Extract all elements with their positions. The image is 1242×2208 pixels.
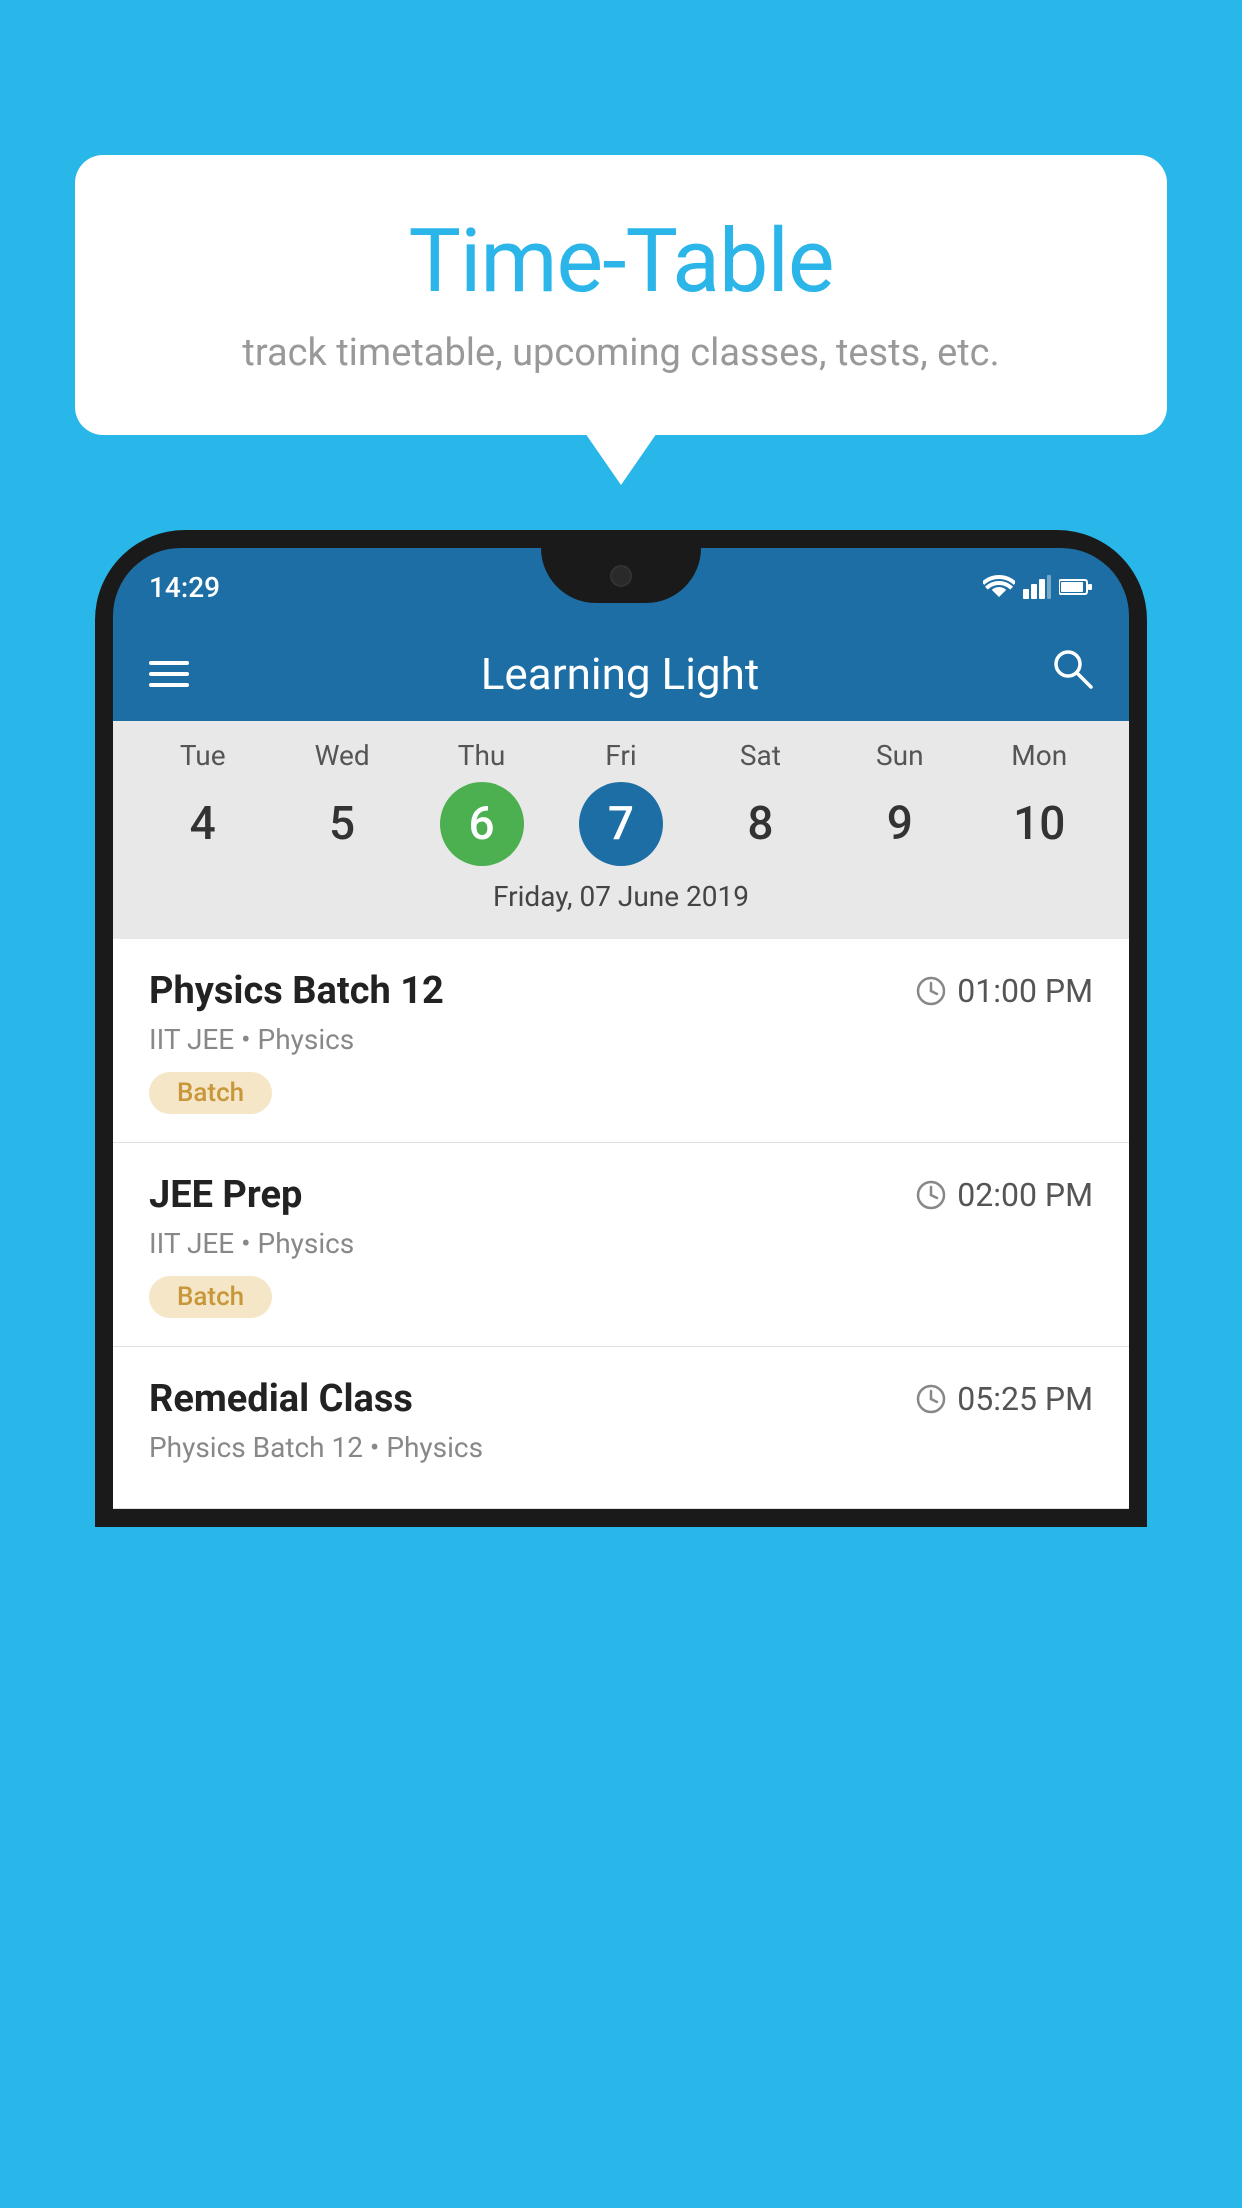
calendar-day[interactable]: Sat 8 <box>700 739 820 866</box>
camera <box>610 565 632 587</box>
signal-icon <box>1023 575 1051 599</box>
day-number: 9 <box>858 782 942 866</box>
schedule-item[interactable]: Remedial Class 05:25 PM Physics Batch 12 •… <box>113 1347 1129 1509</box>
day-number: 5 <box>300 782 384 866</box>
speech-bubble: Time-Table track timetable, upcoming cla… <box>75 155 1167 435</box>
calendar-day[interactable]: Tue 4 <box>143 739 263 866</box>
status-bar: 14:29 <box>113 548 1129 626</box>
schedule-item-time: 01:00 PM <box>915 972 1093 1010</box>
notch <box>541 548 701 603</box>
day-name: Tue <box>180 739 226 772</box>
bubble-title: Time-Table <box>135 210 1107 313</box>
menu-button[interactable] <box>149 661 189 687</box>
time-text: 05:25 PM <box>957 1380 1093 1418</box>
schedule-item-title: Remedial Class <box>149 1377 413 1421</box>
app-header: Learning Light <box>113 626 1129 721</box>
batch-badge: Batch <box>149 1072 272 1114</box>
status-time: 14:29 <box>149 571 220 604</box>
day-number: 4 <box>161 782 245 866</box>
schedule-item[interactable]: Physics Batch 12 01:00 PM IIT JEE • Physic… <box>113 939 1129 1143</box>
search-button[interactable] <box>1051 647 1093 700</box>
day-number: 7 <box>579 782 663 866</box>
calendar-strip: Tue 4 Wed 5 Thu 6 Fri 7 Sat 8 Sun 9 Mon 10 Friday, 07… <box>113 721 1129 939</box>
day-name: Mon <box>1011 739 1067 772</box>
schedule-item-subtitle: IIT JEE • Physics <box>149 1023 1093 1056</box>
day-number: 6 <box>440 782 524 866</box>
day-name: Wed <box>315 739 370 772</box>
phone-outer: 14:29 <box>95 530 1147 1527</box>
day-name: Fri <box>605 739 636 772</box>
batch-badge: Batch <box>149 1276 272 1318</box>
schedule-list: Physics Batch 12 01:00 PM IIT JEE • Physic… <box>113 939 1129 1509</box>
schedule-item-title: Physics Batch 12 <box>149 969 444 1013</box>
battery-icon <box>1059 577 1093 597</box>
phone-wrapper: 14:29 <box>95 530 1147 2208</box>
app-title: Learning Light <box>481 648 760 700</box>
schedule-item-header: Physics Batch 12 01:00 PM <box>149 969 1093 1013</box>
calendar-day[interactable]: Sun 9 <box>840 739 960 866</box>
time-text: 01:00 PM <box>957 972 1093 1010</box>
status-icons <box>983 575 1093 599</box>
calendar-day[interactable]: Fri 7 <box>561 739 681 866</box>
schedule-item-subtitle: Physics Batch 12 • Physics <box>149 1431 1093 1464</box>
calendar-date-label: Friday, 07 June 2019 <box>113 866 1129 931</box>
schedule-item-header: Remedial Class 05:25 PM <box>149 1377 1093 1421</box>
day-name: Sun <box>876 739 924 772</box>
clock-icon <box>915 975 947 1007</box>
calendar-day[interactable]: Thu 6 <box>422 739 542 866</box>
calendar-days: Tue 4 Wed 5 Thu 6 Fri 7 Sat 8 Sun 9 Mon 10 <box>113 739 1129 866</box>
day-number: 10 <box>997 782 1081 866</box>
day-name: Sat <box>740 739 781 772</box>
time-text: 02:00 PM <box>957 1176 1093 1214</box>
schedule-item-header: JEE Prep 02:00 PM <box>149 1173 1093 1217</box>
schedule-item-subtitle: IIT JEE • Physics <box>149 1227 1093 1260</box>
clock-icon <box>915 1179 947 1211</box>
wifi-icon <box>983 575 1015 599</box>
schedule-item[interactable]: JEE Prep 02:00 PM IIT JEE • Physics Batch <box>113 1143 1129 1347</box>
day-number: 8 <box>718 782 802 866</box>
schedule-item-title: JEE Prep <box>149 1173 302 1217</box>
schedule-item-time: 05:25 PM <box>915 1380 1093 1418</box>
calendar-day[interactable]: Wed 5 <box>282 739 402 866</box>
day-name: Thu <box>458 739 506 772</box>
schedule-item-time: 02:00 PM <box>915 1176 1093 1214</box>
bubble-subtitle: track timetable, upcoming classes, tests… <box>135 331 1107 375</box>
calendar-day[interactable]: Mon 10 <box>979 739 1099 866</box>
clock-icon <box>915 1383 947 1415</box>
